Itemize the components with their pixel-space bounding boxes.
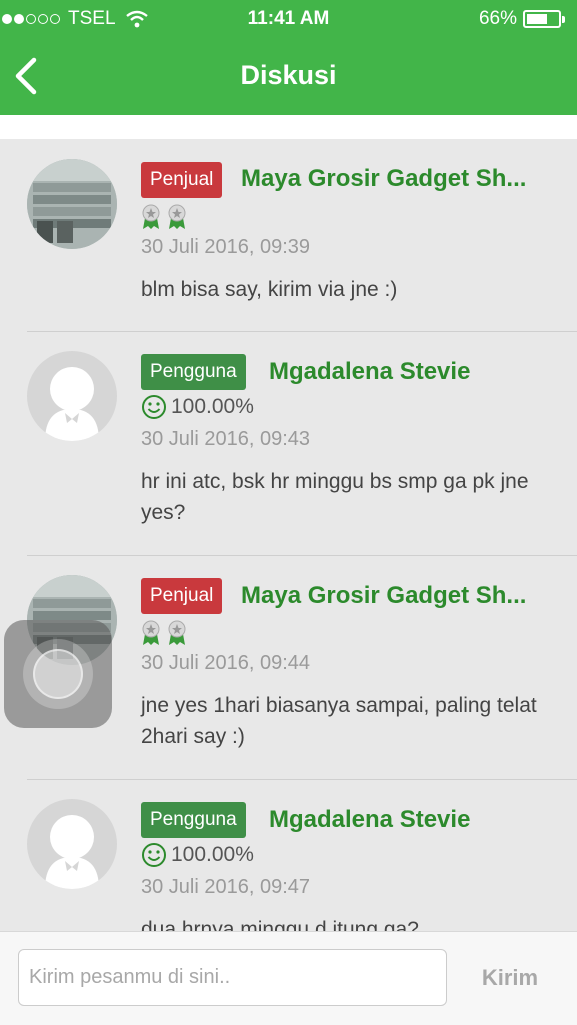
discussion-list[interactable]: Penjual Maya Grosir Gadget Sh... 30 Juli… — [0, 139, 577, 931]
sender-name[interactable]: Mgadalena Stevie — [269, 806, 470, 834]
sender-name[interactable]: Mgadalena Stevie — [269, 358, 470, 386]
rating-value: 100.00% — [171, 843, 254, 866]
reputation-score: 100.00% — [141, 393, 254, 421]
app-header: TSEL 11:41 AM 66% Diskusi — [0, 0, 577, 115]
list-item: Pengguna Mgadalena Stevie 100.00% 30 Jul… — [0, 780, 577, 931]
medal-icon — [168, 620, 186, 645]
message-input[interactable] — [18, 949, 447, 1006]
seller-badge: Penjual — [141, 162, 223, 198]
avatar[interactable] — [27, 159, 117, 249]
battery-icon — [523, 10, 561, 28]
message-timestamp: 30 Juli 2016, 09:43 — [141, 428, 311, 450]
user-badge: Pengguna — [141, 802, 246, 838]
message-composer: Kirim — [0, 931, 577, 1025]
avatar[interactable] — [27, 351, 117, 441]
medal-icon — [168, 204, 186, 229]
reputation-medals — [141, 203, 193, 231]
message-timestamp: 30 Juli 2016, 09:44 — [141, 652, 311, 674]
smiley-icon — [142, 395, 166, 419]
status-bar: TSEL 11:41 AM 66% — [0, 0, 577, 38]
message-text: dua hrnya minggu d itung ga? — [141, 918, 419, 931]
send-button[interactable]: Kirim — [462, 949, 558, 1006]
list-item: Penjual Maya Grosir Gadget Sh... 30 Juli… — [0, 139, 577, 332]
message-timestamp: 30 Juli 2016, 09:39 — [141, 236, 311, 258]
medal-icon — [142, 204, 160, 229]
message-timestamp: 30 Juli 2016, 09:47 — [141, 876, 311, 898]
sender-name[interactable]: Maya Grosir Gadget Sh... — [241, 582, 526, 610]
sender-name[interactable]: Maya Grosir Gadget Sh... — [241, 165, 526, 193]
reputation-medals — [141, 619, 193, 647]
message-text: hr ini atc, bsk hr minggu bs smp ga pk j… — [141, 470, 529, 524]
battery-status: 66% — [479, 8, 565, 30]
user-badge: Pengguna — [141, 354, 246, 390]
rating-value: 100.00% — [171, 395, 254, 418]
seller-badge: Penjual — [141, 578, 223, 614]
assistive-touch-button[interactable] — [4, 620, 112, 728]
smiley-icon — [142, 843, 166, 867]
list-item: Pengguna Mgadalena Stevie 100.00% 30 Jul… — [0, 332, 577, 556]
message-text: blm bisa say, kirim via jne :) — [141, 278, 398, 301]
message-text: jne yes 1hari biasanya sampai, paling te… — [141, 694, 537, 748]
header-divider — [0, 115, 577, 139]
page-title: Diskusi — [240, 60, 337, 90]
avatar[interactable] — [27, 799, 117, 889]
reputation-score: 100.00% — [141, 841, 254, 869]
medal-icon — [142, 620, 160, 645]
battery-percent: 66% — [478, 8, 517, 29]
